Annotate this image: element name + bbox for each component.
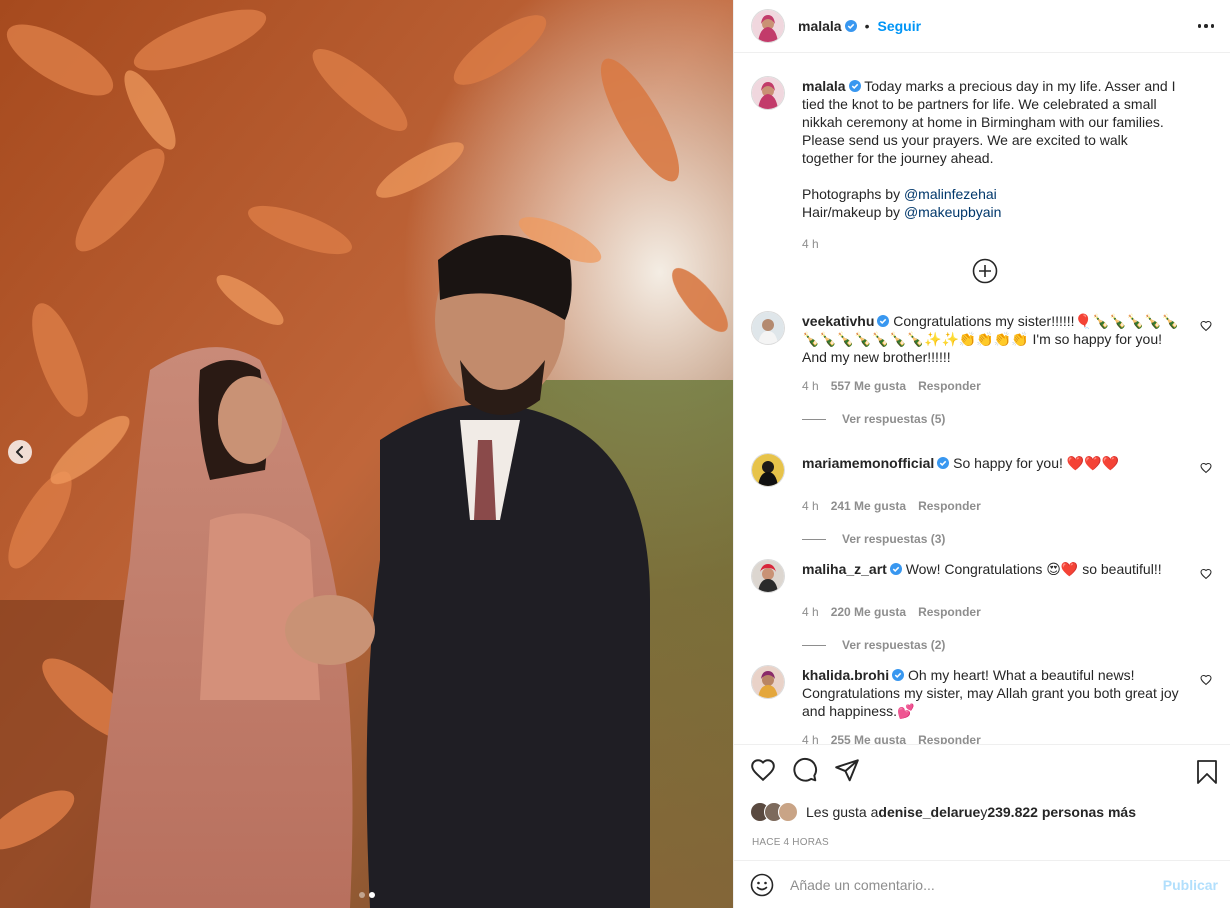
comment-username[interactable]: mariamemonofficial (802, 455, 934, 471)
comment-username[interactable]: veekativhu (802, 313, 874, 329)
liker-username-link[interactable]: denise_delarue (878, 804, 980, 820)
verified-icon (892, 669, 905, 681)
carousel-indicator (0, 892, 733, 898)
commenter-avatar[interactable] (752, 666, 784, 698)
photographer-mention-link[interactable]: @malinfezehai (904, 186, 997, 202)
likes-summary: Les gusta a denise_delarue y 239.822 per… (750, 802, 1136, 822)
makeup-credit-label: Hair/makeup by (802, 204, 904, 220)
view-replies-button[interactable]: Ver respuestas (5) (802, 412, 1222, 426)
header-dot-separator: • (864, 18, 870, 34)
commenter-avatar[interactable] (752, 454, 784, 486)
comment-likes[interactable]: 255 Me gusta (831, 733, 906, 744)
emoji-icon[interactable] (750, 873, 774, 897)
comment-item: veekativhu Congratulations my sister!!!!… (752, 312, 1222, 426)
comment-username[interactable]: khalida.brohi (802, 667, 889, 683)
comment-username[interactable]: maliha_z_art (802, 561, 887, 577)
reply-button[interactable]: Responder (918, 605, 981, 619)
commenter-avatar[interactable] (752, 560, 784, 592)
verified-icon (889, 563, 902, 575)
previous-photo-button[interactable] (8, 440, 32, 464)
post-timestamp: HACE 4 HORAS (752, 837, 829, 848)
verified-icon (844, 20, 857, 32)
heart-icon[interactable] (750, 757, 776, 783)
reply-button[interactable]: Responder (918, 499, 981, 513)
comment-time: 4 h (802, 499, 819, 513)
share-icon[interactable] (834, 757, 860, 783)
caption-time: 4 h (802, 237, 819, 251)
verified-icon (877, 315, 890, 327)
verified-icon (937, 457, 950, 469)
view-replies-button[interactable]: Ver respuestas (3) (802, 532, 1222, 546)
heart-icon[interactable] (1200, 462, 1212, 474)
add-circle-icon[interactable] (972, 258, 998, 284)
heart-icon[interactable] (1200, 674, 1212, 686)
makeup-artist-mention-link[interactable]: @makeupbyain (904, 204, 1002, 220)
likes-prefix: Les gusta a (806, 804, 879, 820)
reply-button[interactable]: Responder (918, 379, 981, 393)
likes-conjunction: y (980, 804, 988, 820)
post-side-panel: malala • Seguir malala Today marks a pre… (733, 0, 1230, 908)
likes-count-link[interactable]: 239.822 personas más (987, 804, 1136, 820)
comment-icon[interactable] (792, 757, 818, 783)
carousel-dot (358, 892, 365, 898)
comment-likes[interactable]: 557 Me gusta (831, 379, 906, 393)
comment-likes[interactable]: 241 Me gusta (831, 499, 906, 513)
caption-username[interactable]: malala (802, 78, 846, 94)
post-viewer: malala • Seguir malala Today marks a pre… (0, 0, 1230, 908)
carousel-dot-active (368, 892, 375, 898)
publish-button[interactable]: Publicar (1163, 877, 1218, 893)
comment-text: Wow! Congratulations 😍❤️ so beautiful!! (905, 561, 1162, 577)
more-options-icon[interactable] (1197, 24, 1214, 28)
commenter-avatar[interactable] (752, 312, 784, 344)
comment-item: maliha_z_art Wow! Congratulations 😍❤️ so… (752, 560, 1222, 652)
caption-avatar[interactable] (752, 77, 784, 109)
comment-item: mariamemonofficial So happy for you! ❤️❤… (752, 454, 1222, 546)
author-avatar[interactable] (752, 10, 784, 42)
bookmark-icon[interactable] (1195, 759, 1219, 785)
comments-section[interactable]: malala Today marks a precious day in my … (734, 53, 1230, 744)
post-photo[interactable] (0, 0, 733, 908)
comment-item: khalida.brohi Oh my heart! What a beauti… (752, 666, 1222, 744)
chevron-left-icon (16, 446, 23, 458)
author-username[interactable]: malala (798, 18, 842, 34)
comment-text: So happy for you! ❤️❤️❤️ (953, 455, 1120, 471)
comment-time: 4 h (802, 605, 819, 619)
post-action-bar: Les gusta a denise_delarue y 239.822 per… (734, 744, 1230, 860)
heart-icon[interactable] (1200, 320, 1212, 332)
post-caption: malala Today marks a precious day in my … (752, 77, 1182, 253)
couple-photo-illustration (0, 0, 733, 908)
heart-icon[interactable] (1200, 568, 1212, 580)
comment-time: 4 h (802, 733, 819, 744)
follow-button[interactable]: Seguir (878, 18, 922, 34)
photographs-credit-label: Photographs by (802, 186, 904, 202)
verified-icon (848, 80, 861, 92)
comment-likes[interactable]: 220 Me gusta (831, 605, 906, 619)
comment-input[interactable] (790, 876, 1163, 893)
reply-button[interactable]: Responder (918, 733, 981, 744)
comment-time: 4 h (802, 379, 819, 393)
view-replies-button[interactable]: Ver respuestas (2) (802, 638, 1222, 652)
post-header: malala • Seguir (734, 0, 1230, 53)
liker-avatars (750, 802, 798, 822)
add-comment-bar: Publicar (734, 860, 1230, 908)
